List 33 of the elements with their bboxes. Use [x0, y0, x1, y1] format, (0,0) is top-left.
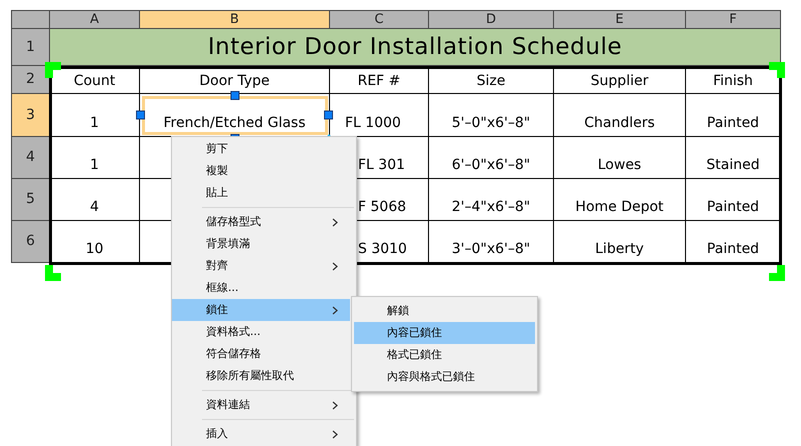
row-header[interactable]: 5 — [12, 179, 50, 221]
menu-item[interactable]: 內容已鎖住 — [354, 322, 535, 344]
table-cell[interactable]: 4 — [50, 179, 140, 221]
column-header[interactable]: E — [554, 11, 686, 29]
menu-item[interactable]: 插入 — [172, 423, 350, 445]
menu-item[interactable]: 解鎖 — [354, 300, 535, 322]
column-header[interactable]: F — [686, 11, 781, 29]
column-header[interactable]: C — [330, 11, 429, 29]
menu-item[interactable]: 符合儲存格 — [172, 343, 350, 365]
table-cell[interactable]: 2'–4"x6'–8" — [429, 179, 554, 221]
column-header[interactable]: A — [50, 11, 140, 29]
table-title: Interior Door Installation Schedule — [50, 29, 781, 66]
table-cell[interactable]: Home Depot — [554, 179, 686, 221]
row-header[interactable]: 6 — [12, 221, 50, 263]
menu-item[interactable]: 內容與格式已鎖住 — [354, 366, 535, 388]
menu-item[interactable]: 格式已鎖住 — [354, 344, 535, 366]
menu-item[interactable]: 資料格式... — [172, 321, 350, 343]
table-cell[interactable]: Chandlers — [554, 94, 686, 137]
table-cell[interactable]: 1 — [50, 94, 140, 137]
table-cell[interactable]: Lowes — [554, 137, 686, 179]
table-cell[interactable]: 1 — [50, 137, 140, 179]
row-header[interactable]: 2 — [12, 66, 50, 94]
column-header[interactable]: D — [429, 11, 554, 29]
row-header[interactable]: 1 — [12, 29, 50, 66]
table-cell[interactable]: 6'–0"x6'–8" — [429, 137, 554, 179]
table-cell[interactable]: 5'–0"x6'–8" — [429, 94, 554, 137]
column-header[interactable]: B — [140, 11, 330, 29]
row-header[interactable]: 4 — [12, 137, 50, 179]
menu-item[interactable]: 鎖住 — [172, 299, 350, 321]
menu-item[interactable]: 移除所有屬性取代 — [172, 365, 350, 387]
menu-item[interactable]: 資料連結 — [172, 394, 350, 416]
row-header[interactable]: 3 — [12, 94, 50, 137]
menu-item[interactable]: 框線... — [172, 277, 350, 299]
